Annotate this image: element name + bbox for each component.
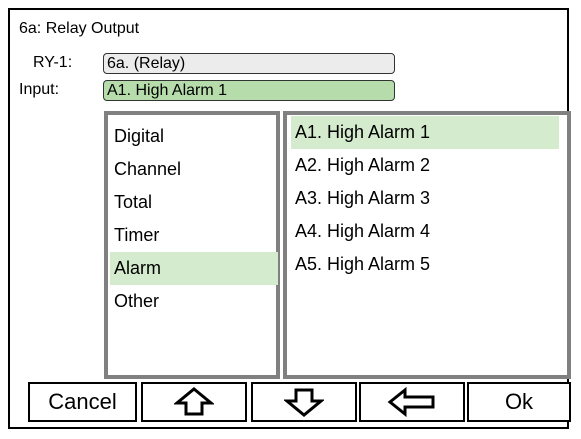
option-list[interactable]: A1. High Alarm 1 A2. High Alarm 2 A3. Hi… xyxy=(283,111,571,379)
category-item-total[interactable]: Total xyxy=(110,186,278,219)
screen-title: 6a: Relay Output xyxy=(19,20,140,37)
device-label: RY-1: xyxy=(33,54,73,71)
option-item-a4[interactable]: A4. High Alarm 4 xyxy=(291,215,559,248)
option-item-a5[interactable]: A5. High Alarm 5 xyxy=(291,248,559,281)
back-button[interactable] xyxy=(359,382,465,422)
option-item-a3[interactable]: A3. High Alarm 3 xyxy=(291,182,559,215)
category-item-timer[interactable]: Timer xyxy=(110,219,278,252)
device-field[interactable]: 6a. (Relay) xyxy=(103,53,395,74)
option-item-a1[interactable]: A1. High Alarm 1 xyxy=(291,116,559,149)
arrow-left-outline-icon xyxy=(387,387,435,417)
arrow-up-outline-icon xyxy=(174,387,214,416)
category-item-channel[interactable]: Channel xyxy=(110,153,278,186)
input-field[interactable]: A1. High Alarm 1 xyxy=(103,80,395,101)
category-item-alarm[interactable]: Alarm xyxy=(110,252,278,285)
arrow-down-outline-icon xyxy=(284,388,324,417)
move-down-button[interactable] xyxy=(251,382,357,422)
category-item-other[interactable]: Other xyxy=(110,285,278,318)
option-item-a2[interactable]: A2. High Alarm 2 xyxy=(291,149,559,182)
ok-button[interactable]: Ok xyxy=(467,382,571,422)
category-list[interactable]: Digital Channel Total Timer Alarm Other xyxy=(104,111,280,379)
move-up-button[interactable] xyxy=(141,382,247,422)
input-label: Input: xyxy=(19,81,60,98)
category-item-digital[interactable]: Digital xyxy=(110,120,278,153)
cancel-button[interactable]: Cancel xyxy=(28,382,137,422)
